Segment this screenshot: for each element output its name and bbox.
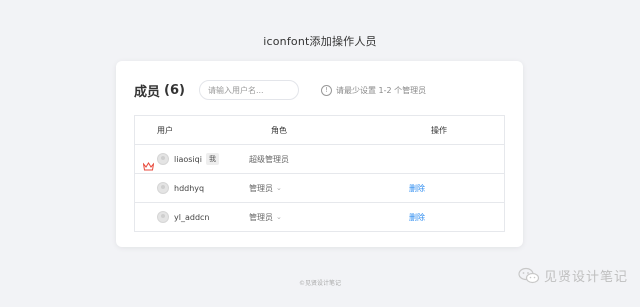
username: hddhyq: [174, 183, 205, 193]
chevron-down-icon[interactable]: ⌄: [276, 213, 282, 221]
role-value: 管理员: [249, 183, 273, 193]
action-cell: 删除: [409, 183, 504, 194]
admin-hint-text: 请最少设置 1-2 个管理员: [335, 85, 427, 95]
search-input[interactable]: [198, 80, 299, 100]
table-row: yl_addcn 管理员 ⌄ 删除: [135, 202, 504, 231]
page-title: iconfont添加操作人员: [263, 35, 377, 48]
crown-icon: [143, 162, 154, 171]
admin-hint: ! 请最少设置 1-2 个管理员: [320, 84, 427, 96]
wechat-icon: [518, 267, 540, 283]
info-icon: !: [320, 84, 332, 96]
members-count: (6): [164, 82, 185, 98]
members-table: 用户 角色 操作 liaosiqi 我 超级管理员 hddhyq 管理员 ⌄ 删…: [134, 115, 505, 232]
role-value: 管理员: [249, 212, 273, 222]
username: yl_addcn: [174, 212, 210, 222]
username: liaosiqi: [174, 154, 202, 164]
table-row: liaosiqi 我 超级管理员: [135, 144, 504, 173]
avatar: [157, 211, 169, 223]
user-cell: liaosiqi 我: [135, 153, 249, 171]
table-header-row: 用户 角色 操作: [135, 116, 504, 144]
watermark-text: 见贤设计笔记: [543, 270, 628, 285]
role-cell: 超级管理员: [249, 154, 289, 164]
delete-button[interactable]: 删除: [409, 184, 425, 193]
chevron-down-icon[interactable]: ⌄: [276, 184, 282, 192]
user-cell: yl_addcn: [135, 211, 249, 223]
role-select[interactable]: 管理员 ⌄: [249, 212, 409, 223]
me-badge: 我: [205, 153, 219, 165]
user-cell: hddhyq: [135, 182, 249, 194]
role-select[interactable]: 管理员 ⌄: [249, 183, 409, 194]
action-cell: 删除: [409, 212, 504, 223]
delete-button[interactable]: 删除: [409, 213, 425, 222]
avatar: [157, 153, 169, 165]
members-title: 成员: [134, 84, 161, 100]
column-header-action: 操作: [431, 125, 447, 135]
watermark: 见贤设计笔记: [518, 266, 628, 285]
table-row: hddhyq 管理员 ⌄ 删除: [135, 173, 504, 202]
members-header: 成员 (6) ! 请最少设置 1-2 个管理员: [134, 78, 505, 102]
column-header-user: 用户: [157, 125, 173, 135]
column-header-role: 角色: [271, 125, 287, 135]
members-card: 成员 (6) ! 请最少设置 1-2 个管理员 用户 角色 操作 liaosiq…: [116, 61, 523, 247]
avatar: [157, 182, 169, 194]
